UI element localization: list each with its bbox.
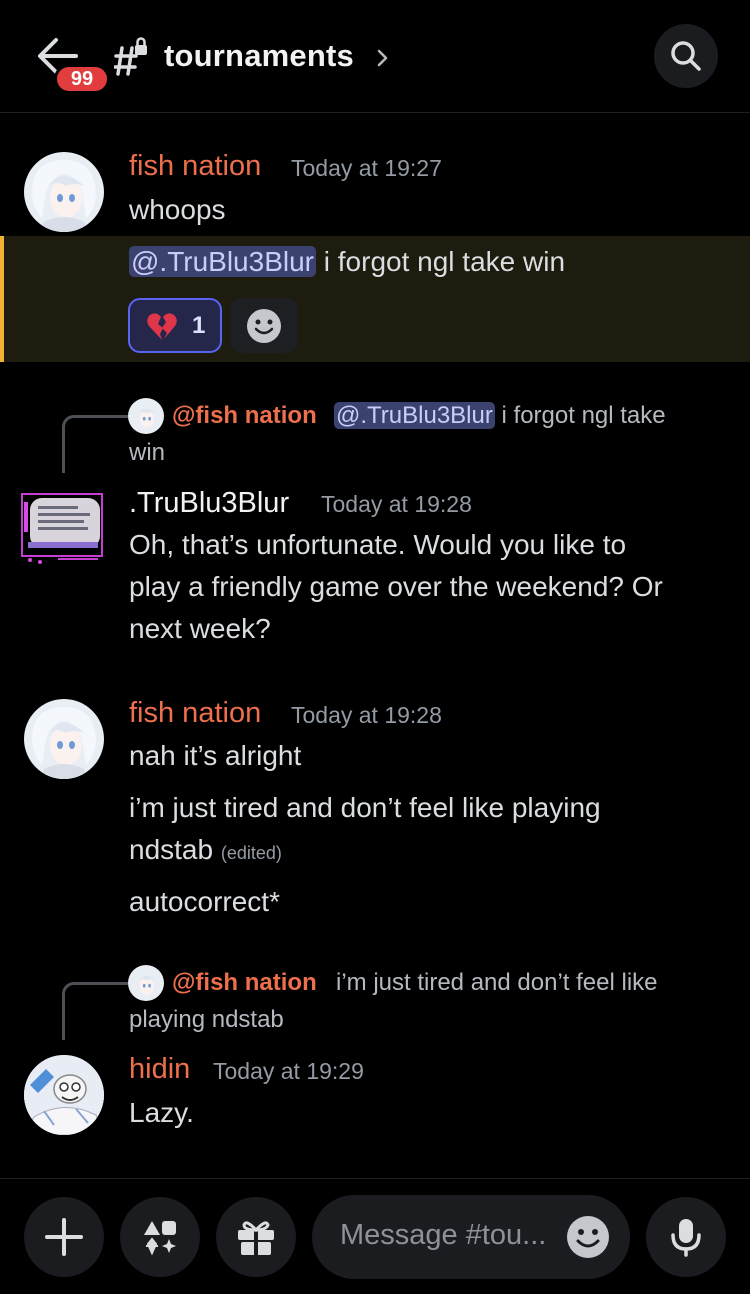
search-button[interactable] [654, 24, 718, 88]
message-timestamp: Today at 19:29 [213, 1058, 364, 1084]
avatar[interactable] [18, 488, 106, 568]
message-text: next week? [129, 613, 271, 644]
search-icon [671, 41, 701, 71]
message-author[interactable]: hidin [129, 1053, 190, 1086]
message-author[interactable]: .TruBlu3Blur [129, 487, 289, 520]
reaction-count: 1 [192, 312, 206, 339]
reply-preview-continued[interactable]: win [129, 439, 165, 467]
message-text: @.TruBlu3Blur i forgot ngl take win [129, 241, 565, 283]
reply-connector [62, 415, 128, 473]
user-mention[interactable]: @.TruBlu3Blur [129, 246, 316, 277]
attach-button[interactable] [24, 1197, 104, 1277]
message-author[interactable]: fish nation [129, 150, 261, 183]
message-text: Oh, that’s unfortunate. Would you like t… [129, 529, 627, 560]
reply-avatar [128, 398, 164, 434]
emoji-icon[interactable] [566, 1215, 610, 1259]
message-text-segment: i forgot ngl take win [316, 246, 566, 277]
voice-message-button[interactable] [646, 1197, 726, 1277]
apps-button[interactable] [120, 1197, 200, 1277]
message-text: ndstab (edited) [129, 829, 282, 874]
avatar[interactable] [24, 699, 104, 779]
apps-icon [144, 1221, 176, 1256]
message-text: nah it’s alright [129, 740, 302, 771]
reply-preview[interactable]: @.TruBlu3Blur i forgot ngl take [334, 402, 666, 430]
message-text: play a friendly game over the weekend? O… [129, 571, 663, 602]
message-author[interactable]: fish nation [129, 697, 261, 730]
reply-avatar [128, 965, 164, 1001]
microphone-icon [671, 1219, 701, 1257]
hashtag-lock-icon [114, 37, 147, 76]
user-mention: @.TruBlu3Blur [334, 402, 495, 429]
reply-preview-text: i forgot ngl take [494, 402, 666, 429]
reply-preview[interactable]: i’m just tired and don’t feel like [336, 969, 658, 997]
message-input[interactable]: Message #tou... [312, 1195, 630, 1279]
avatar[interactable] [24, 1055, 104, 1135]
broken-heart-icon [147, 313, 177, 340]
reply-author[interactable]: @fish nation [172, 969, 317, 997]
plus-icon [45, 1218, 83, 1256]
add-reaction-button[interactable] [230, 298, 298, 353]
message-timestamp: Today at 19:27 [291, 155, 442, 181]
message-timestamp: Today at 19:28 [291, 702, 442, 728]
message-input-placeholder: Message #tou... [340, 1219, 547, 1251]
message-text-segment: ndstab [129, 834, 214, 865]
chevron-right-icon[interactable] [377, 48, 389, 68]
emoji-smile-icon [247, 309, 281, 343]
reply-preview-continued[interactable]: playing ndstab [129, 1006, 284, 1034]
message-text: i’m just tired and don’t feel like playi… [129, 792, 601, 823]
gift-icon [238, 1221, 274, 1255]
reply-author[interactable]: @fish nation [172, 402, 317, 430]
edited-label: (edited) [220, 843, 282, 863]
unread-badge: 99 [54, 64, 110, 94]
channel-header: 99 tournaments [0, 0, 750, 113]
reply-connector [62, 982, 128, 1040]
avatar[interactable] [24, 152, 104, 232]
gift-button[interactable] [216, 1197, 296, 1277]
reaction-button[interactable]: 1 [128, 298, 222, 353]
message-text: autocorrect* [129, 886, 280, 917]
channel-title[interactable]: tournaments [164, 38, 354, 74]
message-text: whoops [129, 194, 226, 225]
message-timestamp: Today at 19:28 [321, 491, 472, 517]
message-text: Lazy. [129, 1097, 194, 1128]
